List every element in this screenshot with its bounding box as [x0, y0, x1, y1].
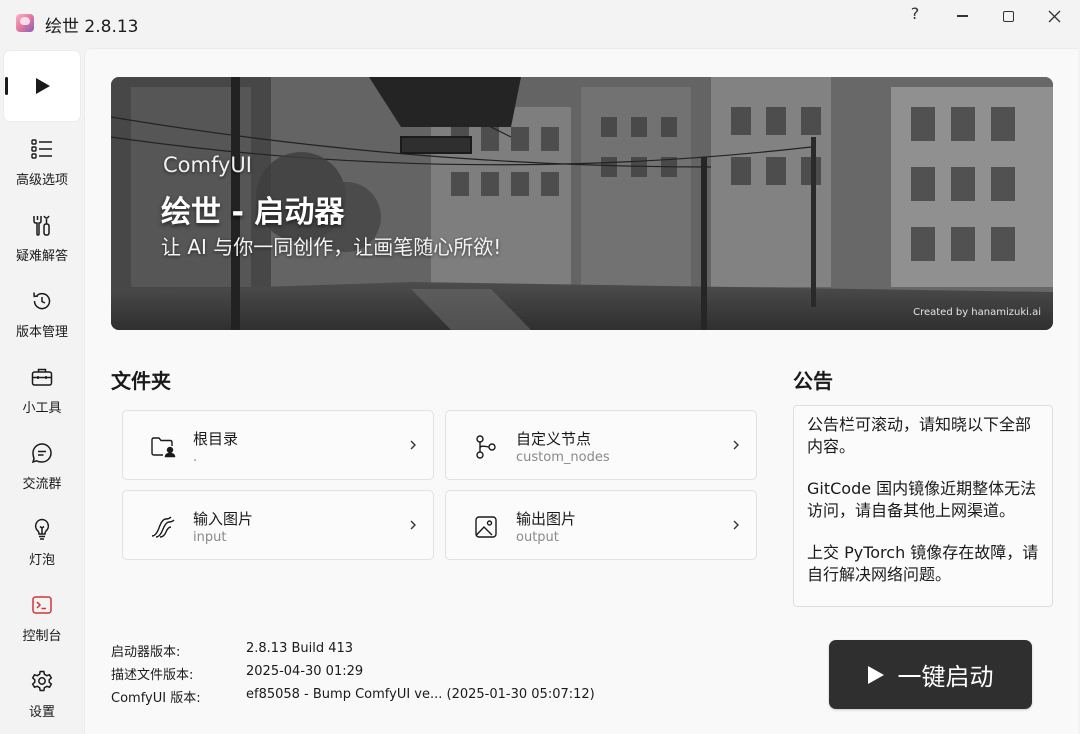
banner-tagline: 让 AI 与你一同创作，让画笔随心所欲! — [161, 235, 502, 259]
folder-path: output — [516, 530, 559, 545]
folder-name: 输出图片 — [516, 510, 577, 528]
notice-title: 公告 — [793, 369, 833, 393]
sidebar-item-launch[interactable] — [4, 51, 80, 121]
folders-title: 文件夹 — [111, 369, 171, 393]
folder-card-output[interactable]: 输出图片 output — [445, 490, 757, 560]
history-icon — [30, 289, 54, 313]
folder-card-input[interactable]: 输入图片 input — [122, 490, 434, 560]
notice-paragraph: 上交 PyTorch 镜像存在故障，请自行解决网络问题。 — [807, 543, 1039, 584]
launcher-version-label: 启动器版本: — [111, 645, 181, 660]
title-bar: 绘世 2.8.13 ? — [0, 0, 1080, 46]
comfyui-version-value: ef85058 - Bump ComfyUI ve... (2025-01-30… — [246, 687, 595, 702]
tools-icon — [30, 213, 54, 237]
image-icon — [472, 513, 500, 541]
close-button[interactable] — [1031, 0, 1077, 32]
sidebar-item-label: 灯泡 — [28, 552, 55, 568]
sidebar-item-settings[interactable]: 设置 — [4, 659, 80, 729]
banner-title: 绘世 - 启动器 — [161, 195, 345, 230]
notice-paragraph: 公告栏可滚动，请知晓以下全部内容。 — [807, 415, 1032, 456]
folder-name: 自定义节点 — [516, 430, 592, 448]
list-icon — [30, 137, 54, 161]
minimize-button[interactable] — [939, 0, 985, 32]
minimize-icon — [956, 15, 968, 17]
sidebar-item-label: 交流群 — [22, 476, 62, 492]
maximize-button[interactable] — [985, 0, 1031, 32]
main-panel: ComfyUI 绘世 - 启动器 让 AI 与你一同创作，让画笔随心所欲! Cr… — [84, 48, 1078, 734]
toolbox-icon — [30, 365, 54, 389]
chevron-right-icon — [410, 440, 416, 450]
comfyui-version-label: ComfyUI 版本: — [111, 691, 201, 706]
profile-version-label: 描述文件版本: — [111, 668, 194, 683]
help-button[interactable]: ? — [892, 0, 938, 29]
profile-version-value: 2025-04-30 01:29 — [246, 664, 364, 679]
sidebar: 高级选项 疑难解答 版本管理 小工具 交流群 灯泡 控制台 设置 — [0, 46, 84, 734]
sidebar-item-community[interactable]: 交流群 — [4, 431, 80, 501]
notice-paragraph: GitCode 国内镜像近期整体无法访问，请自备其他上网渠道。 — [807, 479, 1037, 520]
folder-card-root[interactable]: 根目录 . — [122, 410, 434, 480]
notice-panel[interactable]: 公告栏可滚动，请知晓以下全部内容。 GitCode 国内镜像近期整体无法访问，请… — [793, 405, 1053, 607]
play-icon — [867, 665, 884, 684]
play-icon — [30, 74, 54, 98]
sidebar-item-versions[interactable]: 版本管理 — [4, 279, 80, 349]
maximize-icon — [1002, 10, 1014, 22]
sidebar-item-label: 疑难解答 — [15, 248, 68, 264]
console-icon — [30, 593, 54, 617]
sidebar-item-lightbulb[interactable]: 灯泡 — [4, 507, 80, 577]
launcher-version-value: 2.8.13 Build 413 — [246, 641, 354, 656]
folder-icon — [149, 433, 177, 461]
sidebar-item-advanced[interactable]: 高级选项 — [4, 127, 80, 197]
wave-icon — [149, 513, 177, 541]
sidebar-item-label: 设置 — [28, 704, 55, 720]
folder-path: . — [193, 450, 198, 465]
folder-name: 根目录 — [193, 430, 239, 448]
app-logo-icon — [16, 14, 34, 32]
chevron-right-icon — [410, 520, 416, 530]
lightbulb-icon — [30, 517, 54, 541]
folder-path: custom_nodes — [516, 450, 610, 465]
sidebar-item-tools[interactable]: 小工具 — [4, 355, 80, 425]
sidebar-item-label: 小工具 — [22, 400, 62, 416]
sidebar-item-console[interactable]: 控制台 — [4, 583, 80, 653]
hero-banner: ComfyUI 绘世 - 启动器 让 AI 与你一同创作，让画笔随心所欲! Cr… — [111, 77, 1053, 330]
folder-name: 输入图片 — [193, 510, 254, 528]
sidebar-item-troubleshoot[interactable]: 疑难解答 — [4, 203, 80, 273]
banner-subtitle: ComfyUI — [163, 153, 252, 177]
gear-icon — [30, 669, 54, 693]
sidebar-item-label: 控制台 — [22, 628, 62, 644]
folder-path: input — [193, 530, 227, 545]
window-title: 绘世 2.8.13 — [45, 17, 139, 37]
sidebar-item-label: 版本管理 — [15, 324, 68, 340]
sidebar-item-label: 高级选项 — [15, 172, 68, 188]
launch-button-label: 一键启动 — [897, 663, 994, 691]
chat-icon — [30, 441, 54, 465]
chevron-right-icon — [733, 440, 739, 450]
branch-icon — [472, 433, 500, 461]
banner-credit: Created by hanamizuki.ai — [913, 307, 1041, 318]
launch-button[interactable]: 一键启动 — [829, 640, 1032, 709]
close-icon — [1048, 10, 1060, 22]
folder-card-custom-nodes[interactable]: 自定义节点 custom_nodes — [445, 410, 757, 480]
chevron-right-icon — [733, 520, 739, 530]
